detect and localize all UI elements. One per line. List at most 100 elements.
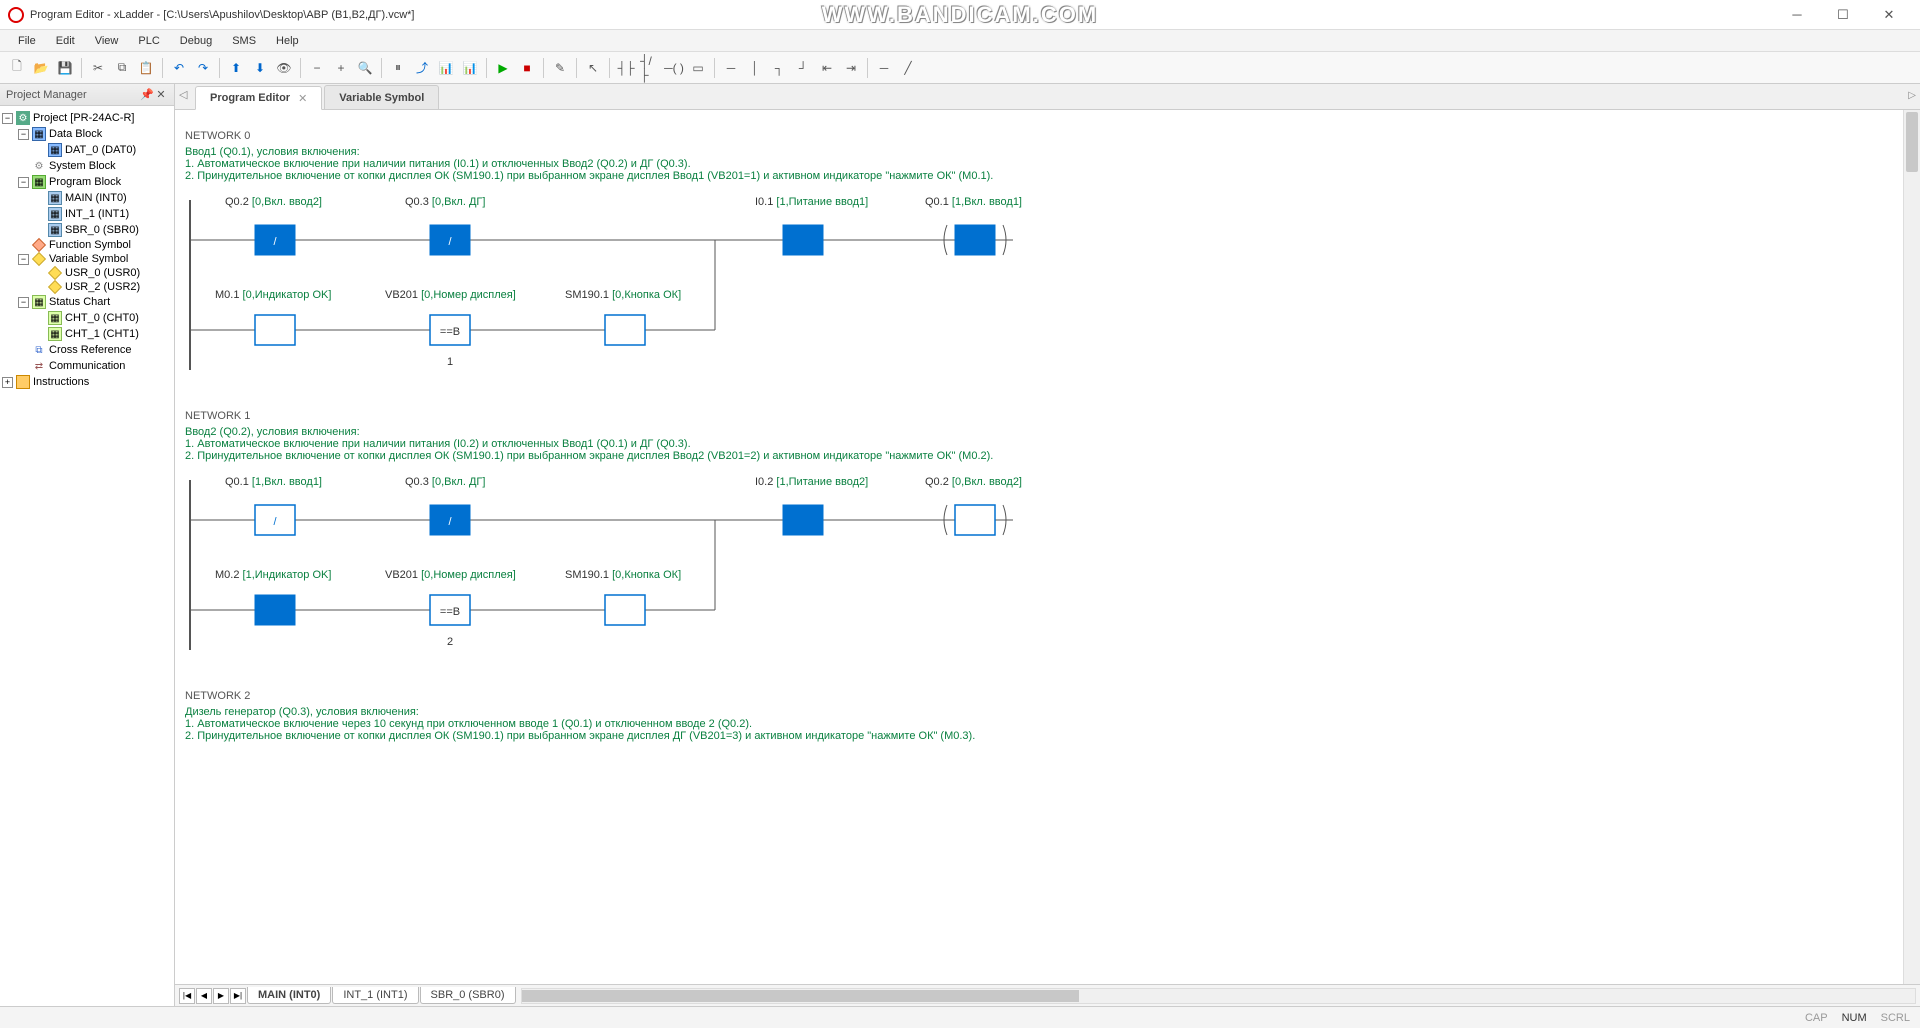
nav-first-icon[interactable]: |◀ bbox=[179, 988, 195, 1004]
tree-dat0[interactable]: ▦DAT_0 (DAT0) bbox=[2, 142, 172, 158]
cut-icon[interactable]: ✂ bbox=[87, 57, 109, 79]
line-h-icon[interactable]: ─ bbox=[720, 57, 742, 79]
ladder-rung[interactable]: Q0.2 [0,Вкл. ввод2] / Q0.3 [0,Вкл. ДГ] /… bbox=[185, 190, 1485, 380]
close-panel-icon[interactable]: ✕ bbox=[154, 88, 168, 101]
sheet-int1[interactable]: INT_1 (INT1) bbox=[332, 987, 418, 1004]
new-icon[interactable]: 🗋 bbox=[6, 57, 28, 79]
tree-cht1[interactable]: ▦CHT_1 (CHT1) bbox=[2, 326, 172, 342]
tree-usr2[interactable]: USR_2 (USR2) bbox=[2, 280, 172, 294]
contact-no-icon[interactable]: ┤├ bbox=[615, 57, 637, 79]
status-cap: CAP bbox=[1805, 1012, 1828, 1024]
menu-help[interactable]: Help bbox=[266, 33, 309, 49]
copy-icon[interactable]: ⧉ bbox=[111, 57, 133, 79]
paste-icon[interactable]: 📋 bbox=[135, 57, 157, 79]
monitor-icon[interactable]: 👁 bbox=[273, 57, 295, 79]
chart-icon[interactable]: 📊 bbox=[435, 57, 457, 79]
contact-i02[interactable]: I0.2 [1,Питание ввод2] bbox=[755, 476, 868, 535]
tree-status-chart[interactable]: −▦Status Chart bbox=[2, 294, 172, 310]
menu-edit[interactable]: Edit bbox=[46, 33, 85, 49]
pin-icon[interactable]: 📌 bbox=[140, 88, 154, 101]
save-icon[interactable]: 💾 bbox=[54, 57, 76, 79]
coil-q01[interactable]: Q0.1 [1,Вкл. ввод1] bbox=[925, 196, 1022, 255]
contact-q02[interactable]: Q0.2 [0,Вкл. ввод2] / bbox=[225, 196, 322, 255]
ladder-canvas[interactable]: NETWORK 0 Ввод1 (Q0.1), условия включени… bbox=[175, 110, 1920, 984]
titlebar: Program Editor - xLadder - [C:\Users\Apu… bbox=[0, 0, 1920, 30]
tree-system-block[interactable]: ⚙System Block bbox=[2, 158, 172, 174]
nav-next-icon[interactable]: ▶ bbox=[213, 988, 229, 1004]
select-icon[interactable]: ↖ bbox=[582, 57, 604, 79]
sheet-sbr0[interactable]: SBR_0 (SBR0) bbox=[420, 987, 516, 1004]
compare-vb201b[interactable]: VB201 [0,Номер дисплея] ==B 2 bbox=[385, 569, 516, 648]
tree-cross-reference[interactable]: ⧉Cross Reference bbox=[2, 342, 172, 358]
zoom-out-icon[interactable]: − bbox=[306, 57, 328, 79]
close-button[interactable]: ✕ bbox=[1866, 1, 1912, 29]
contact-i01[interactable]: I0.1 [1,Питание ввод1] bbox=[755, 196, 868, 255]
menu-sms[interactable]: SMS bbox=[222, 33, 266, 49]
tree-int1[interactable]: ▦INT_1 (INT1) bbox=[2, 206, 172, 222]
tree-function-symbol[interactable]: Function Symbol bbox=[2, 238, 172, 252]
contact-q01[interactable]: Q0.1 [1,Вкл. ввод1] / bbox=[225, 476, 322, 535]
nav-prev-icon[interactable]: ◀ bbox=[196, 988, 212, 1004]
tree-sbr0[interactable]: ▦SBR_0 (SBR0) bbox=[2, 222, 172, 238]
jump-icon[interactable]: ⤴ bbox=[411, 57, 433, 79]
tree-cht0[interactable]: ▦CHT_0 (CHT0) bbox=[2, 310, 172, 326]
contact-q03b[interactable]: Q0.3 [0,Вкл. ДГ] / bbox=[405, 476, 485, 535]
menu-debug[interactable]: Debug bbox=[170, 33, 222, 49]
redo-icon[interactable]: ↷ bbox=[192, 57, 214, 79]
horizontal-scrollbar[interactable] bbox=[521, 988, 1917, 1004]
tab-forward-icon[interactable]: ▷ bbox=[1908, 90, 1916, 101]
stop-icon[interactable]: ■ bbox=[516, 57, 538, 79]
contact-sm190[interactable]: SM190.1 [0,Кнопка ОК] bbox=[565, 289, 681, 345]
line2-icon[interactable]: ╱ bbox=[897, 57, 919, 79]
zoom-in-icon[interactable]: + bbox=[330, 57, 352, 79]
open-icon[interactable]: 📂 bbox=[30, 57, 52, 79]
tree-instructions[interactable]: +Instructions bbox=[2, 374, 172, 390]
menu-view[interactable]: View bbox=[85, 33, 129, 49]
ladder-rung[interactable]: Q0.1 [1,Вкл. ввод1] / Q0.3 [0,Вкл. ДГ] /… bbox=[185, 470, 1485, 660]
zoom-icon[interactable]: 🔍 bbox=[354, 57, 376, 79]
download-icon[interactable]: ⬇ bbox=[249, 57, 271, 79]
tree-main[interactable]: ▦MAIN (INT0) bbox=[2, 190, 172, 206]
tab-program-editor[interactable]: Program Editor✕ bbox=[195, 86, 322, 110]
contact-m02[interactable]: M0.2 [1,Индикатор OK] bbox=[215, 569, 331, 625]
edit-icon[interactable]: ✎ bbox=[549, 57, 571, 79]
coil-icon[interactable]: ─( ) bbox=[663, 57, 685, 79]
branch-down-icon[interactable]: ┐ bbox=[768, 57, 790, 79]
chart2-icon[interactable]: 📊 bbox=[459, 57, 481, 79]
separator bbox=[300, 58, 301, 78]
network-title: NETWORK 1 bbox=[185, 410, 1645, 422]
separator bbox=[543, 58, 544, 78]
nav-last-icon[interactable]: ▶| bbox=[230, 988, 246, 1004]
line1-icon[interactable]: ─ bbox=[873, 57, 895, 79]
menu-file[interactable]: File bbox=[8, 33, 46, 49]
undo-icon[interactable]: ↶ bbox=[168, 57, 190, 79]
tree-communication[interactable]: ⇄Communication bbox=[2, 358, 172, 374]
tree-usr0[interactable]: USR_0 (USR0) bbox=[2, 266, 172, 280]
tree-variable-symbol[interactable]: −Variable Symbol bbox=[2, 252, 172, 266]
contact-sm190b[interactable]: SM190.1 [0,Кнопка ОК] bbox=[565, 569, 681, 625]
compare-vb201[interactable]: VB201 [0,Номер дисплея] ==B 1 bbox=[385, 289, 516, 368]
contact-m01[interactable]: M0.1 [0,Индикатор OK] bbox=[215, 289, 331, 345]
vertical-scrollbar[interactable] bbox=[1903, 110, 1920, 984]
menu-plc[interactable]: PLC bbox=[128, 33, 169, 49]
contact-nc-icon[interactable]: ┤/├ bbox=[639, 57, 661, 79]
upload-icon[interactable]: ⬆ bbox=[225, 57, 247, 79]
del-v-icon[interactable]: ⇥ bbox=[840, 57, 862, 79]
contact-q03[interactable]: Q0.3 [0,Вкл. ДГ] / bbox=[405, 196, 485, 255]
tab-variable-symbol[interactable]: Variable Symbol bbox=[324, 85, 439, 109]
minimize-button[interactable]: ─ bbox=[1774, 1, 1820, 29]
tree-data-block[interactable]: −▦Data Block bbox=[2, 126, 172, 142]
tree-project[interactable]: −⚙Project [PR-24AC-R] bbox=[2, 110, 172, 126]
pause-icon[interactable]: ⏸ bbox=[387, 57, 409, 79]
box-icon[interactable]: ▭ bbox=[687, 57, 709, 79]
branch-up-icon[interactable]: ┘ bbox=[792, 57, 814, 79]
del-h-icon[interactable]: ⇤ bbox=[816, 57, 838, 79]
tree-program-block[interactable]: −▦Program Block bbox=[2, 174, 172, 190]
tab-close-icon[interactable]: ✕ bbox=[298, 92, 307, 105]
maximize-button[interactable]: ☐ bbox=[1820, 1, 1866, 29]
line-v-icon[interactable]: │ bbox=[744, 57, 766, 79]
coil-q02[interactable]: Q0.2 [0,Вкл. ввод2] bbox=[925, 476, 1022, 535]
run-icon[interactable]: ▶ bbox=[492, 57, 514, 79]
tab-back-icon[interactable]: ◁ bbox=[179, 88, 187, 101]
sheet-main[interactable]: MAIN (INT0) bbox=[247, 987, 331, 1004]
